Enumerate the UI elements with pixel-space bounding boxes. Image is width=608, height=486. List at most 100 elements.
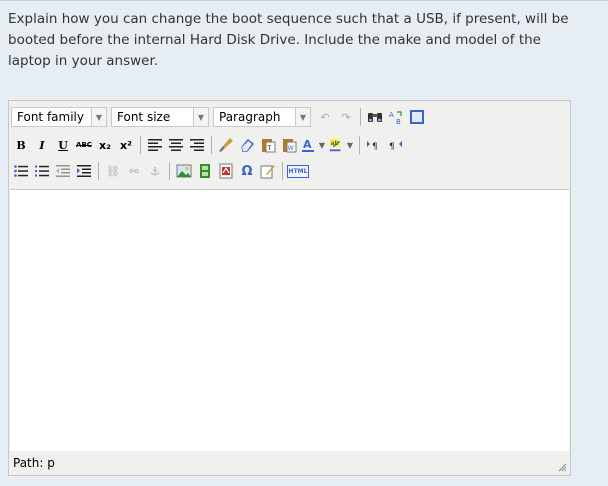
cleanup-button[interactable] [216,135,236,155]
chevron-down-icon: ▼ [91,108,106,126]
find-button[interactable] [365,107,385,127]
rtl-button[interactable]: ¶ [385,135,405,155]
resize-grip-icon[interactable] [557,462,567,472]
question-text: Explain how you can change the boot sequ… [8,11,569,69]
highlight-color-button[interactable]: ab [328,135,344,155]
numbered-list-button[interactable] [32,161,52,181]
font-size-label: Font size [117,110,171,124]
eraser-icon [241,139,255,152]
media-icon [200,164,210,178]
toolbar-divider [169,162,170,180]
svg-text:A: A [389,111,394,119]
paste-text-icon: T [262,139,276,153]
bold-label: B [16,138,26,152]
paste-word-icon: W [283,139,297,153]
bullet-list-icon [14,165,28,177]
toolbar-row-3: ⛓ ⚯ ⚓ Ω HTML [11,159,310,183]
align-center-icon [169,139,183,151]
subscript-button[interactable]: x₂ [95,135,115,155]
toolbar-divider [360,108,361,126]
html-source-button[interactable]: HTML [286,161,310,181]
font-family-label: Font family [17,110,84,124]
insert-image-button[interactable] [174,161,194,181]
outdent-button[interactable] [53,161,73,181]
bullet-list-button[interactable] [11,161,31,181]
block-format-select[interactable]: Paragraph ▼ [213,107,311,127]
svg-text:A: A [303,138,312,151]
toolbar-divider [359,136,360,154]
toolbar-divider [282,162,283,180]
remove-format-button[interactable] [237,135,257,155]
fullscreen-button[interactable] [407,107,427,127]
editor-content-area[interactable] [10,189,569,453]
outdent-icon [56,165,70,177]
text-color-button[interactable]: A [300,135,316,155]
underline-label: U [58,138,68,152]
subscript-label: x₂ [99,138,111,152]
italic-label: I [39,138,45,152]
redo-icon: ↷ [341,110,351,124]
align-left-button[interactable] [145,135,165,155]
element-path: Path: p [13,456,55,470]
svg-text:¶: ¶ [372,142,378,151]
indent-button[interactable] [74,161,94,181]
image-icon [176,164,192,178]
align-center-button[interactable] [166,135,186,155]
insert-link-button[interactable]: ⛓ [103,161,123,181]
editor-status-bar: Path: p [9,451,570,475]
ltr-button[interactable]: ¶ [364,135,384,155]
paste-text-button[interactable]: T [258,135,278,155]
strikethrough-button[interactable]: ABC [74,135,94,155]
svg-text:B: B [396,118,401,125]
highlight-icon: ab [329,138,341,152]
edit-button[interactable] [258,161,278,181]
replace-button[interactable]: A B [386,107,406,127]
pdf-button[interactable] [216,161,236,181]
undo-icon: ↶ [320,110,330,124]
svg-text:T: T [267,145,272,152]
pdf-icon [219,163,233,179]
italic-button[interactable]: I [32,135,52,155]
insert-media-button[interactable] [195,161,215,181]
special-char-button[interactable]: Ω [237,161,257,181]
font-family-select[interactable]: Font family ▼ [11,107,107,127]
align-right-icon [190,139,204,151]
strikethrough-label: ABC [76,141,92,149]
toolbar-divider [211,136,212,154]
underline-button[interactable]: U [53,135,73,155]
anchor-button[interactable]: ⚓ [145,161,165,181]
undo-button[interactable]: ↶ [315,107,335,127]
highlight-color-dropdown[interactable]: ▼ [345,135,355,155]
question-panel: Explain how you can change the boot sequ… [0,0,608,486]
unlink-button[interactable]: ⚯ [124,161,144,181]
anchor-icon: ⚓ [150,164,160,178]
bold-button[interactable]: B [11,135,31,155]
toolbar-divider [98,162,99,180]
redo-button[interactable]: ↷ [336,107,356,127]
binoculars-icon [368,113,382,122]
replace-icon: A B [389,111,402,125]
align-left-icon [148,139,162,151]
toolbar-row-2: B I U ABC x₂ x² T W A ▼ ab ▼ ¶ ¶ [11,133,405,157]
block-format-label: Paragraph [219,110,281,124]
brush-icon [219,138,233,152]
paste-word-button[interactable]: W [279,135,299,155]
align-right-button[interactable] [187,135,207,155]
link-icon: ⛓ [106,164,120,178]
numbered-list-icon [35,165,49,177]
superscript-button[interactable]: x² [116,135,136,155]
html-icon: HTML [286,164,310,178]
rich-text-editor: Font family ▼ Font size ▼ Paragraph ▼ ↶ … [8,100,571,476]
superscript-label: x² [120,138,132,152]
text-color-dropdown[interactable]: ▼ [317,135,327,155]
ltr-icon: ¶ [367,141,378,151]
svg-text:W: W [288,145,294,152]
svg-text:¶: ¶ [389,142,395,151]
toolbar-row-1: Font family ▼ Font size ▼ Paragraph ▼ ↶ … [11,105,427,129]
text-color-icon: A [302,138,314,152]
omega-icon: Ω [241,163,253,179]
chevron-down-icon: ▼ [295,108,310,126]
toolbar-divider [140,136,141,154]
unlink-icon: ⚯ [129,164,139,178]
font-size-select[interactable]: Font size ▼ [111,107,209,127]
